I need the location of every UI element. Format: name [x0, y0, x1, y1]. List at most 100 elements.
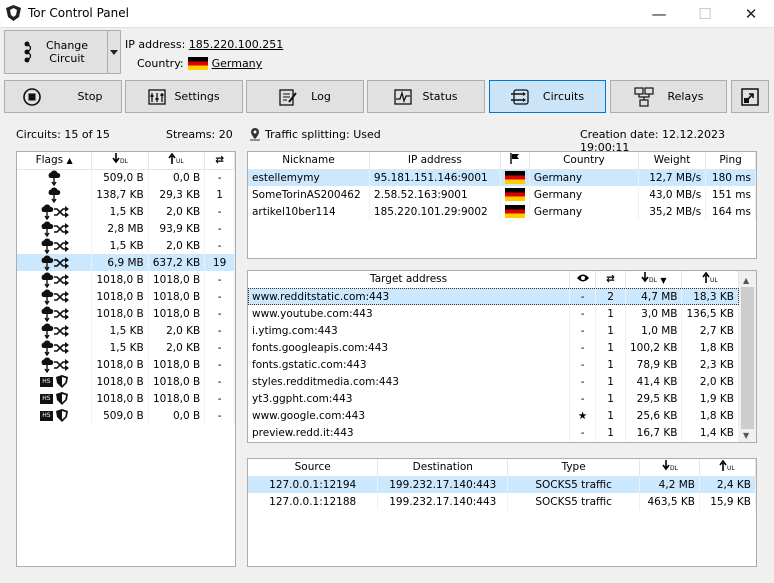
- ip-header[interactable]: IP address: [369, 152, 501, 170]
- ul-header[interactable]: UL: [148, 152, 206, 170]
- circuit-row[interactable]: 138,7 KB 29,3 KB 1: [17, 186, 235, 203]
- stream-row[interactable]: fonts.googleapis.com:443-1 100,2 KB 1,8 KB: [248, 339, 739, 356]
- connections-table[interactable]: Source Destination Type DL UL 127.0.0.1:…: [247, 458, 757, 567]
- circuit-row[interactable]: 1018,0 B 1018,0 B-: [17, 305, 235, 322]
- exit-cloud-icon: [41, 340, 53, 356]
- stream-row[interactable]: preview.redd.it:443-1 16,7 KB 1,4 KB: [248, 424, 739, 441]
- maximize-button[interactable]: ☐: [682, 0, 728, 28]
- stream-row[interactable]: www.youtube.com:443-1 3,0 MB 136,5 KB: [248, 305, 739, 322]
- ip-value-link[interactable]: 185.220.100.251: [189, 38, 283, 51]
- circuits-list[interactable]: Flags ▲ DL UL ⇄ 509,0 B 0,0 B -138,7 KB 29,…: [16, 151, 236, 567]
- circuit-row[interactable]: HS 1018,0 B 1018,0 B-: [17, 390, 235, 407]
- circuit-row[interactable]: 1018,0 B 1018,0 B-: [17, 356, 235, 373]
- node-row[interactable]: artikel10ber114 185.220.101.29:9002 German…: [248, 203, 756, 220]
- circuit-row[interactable]: HS 509,0 B 0,0 B-: [17, 407, 235, 424]
- node-row[interactable]: SomeTorinAS200462 2.58.52.163:9001 Germany…: [248, 186, 756, 203]
- stream-address: i.ytimg.com:443: [248, 322, 571, 339]
- conn-type: SOCKS5 traffic: [507, 476, 641, 493]
- circuit-row[interactable]: 1,5 KB 2,0 KB -: [17, 203, 235, 220]
- stream-eye: -: [569, 390, 597, 407]
- destination-header[interactable]: Destination: [377, 459, 509, 477]
- stream-row[interactable]: yt3.ggpht.com:443-1 29,5 KB 1,9 KB: [248, 390, 739, 407]
- stream-row[interactable]: fonts.gstatic.com:443-1 78,9 KB 2,3 KB: [248, 356, 739, 373]
- country-value-link[interactable]: Germany: [212, 57, 263, 70]
- toggle-view-button[interactable]: [731, 80, 769, 113]
- download-icon: DL: [641, 272, 658, 284]
- scrollbar-thumb[interactable]: [741, 287, 754, 429]
- country-header[interactable]: Country: [529, 152, 640, 170]
- stream-dl: 29,5 KB: [625, 390, 683, 407]
- circuit-row[interactable]: 1018,0 B 1018,0 B-: [17, 288, 235, 305]
- close-button[interactable]: ✕: [728, 0, 774, 28]
- country-label: Country:: [137, 57, 184, 70]
- circuit-row[interactable]: 1018,0 B 1018,0 B-: [17, 271, 235, 288]
- node-nickname: artikel10ber114: [248, 203, 370, 220]
- stream-row[interactable]: www.google.com:443 ★ 1 25,6 KB 1,8 KB: [248, 407, 739, 424]
- node-flag: [500, 169, 530, 186]
- stream-dl-header[interactable]: DL ▼: [625, 271, 683, 289]
- stream-ul: 2,3 KB: [681, 356, 739, 373]
- circuit-row[interactable]: 1,5 KB 2,0 KB -: [17, 339, 235, 356]
- stop-button[interactable]: Stop: [4, 80, 122, 113]
- circuit-stream-count: -: [204, 203, 235, 220]
- nodes-table[interactable]: Nickname IP address Country Weight Ping …: [247, 151, 757, 259]
- stream-ul-header[interactable]: UL: [681, 271, 739, 289]
- relays-button[interactable]: Relays: [610, 80, 727, 113]
- stream-row[interactable]: www.redditstatic.com:443-2 4,7 MB 18,3 KB: [248, 288, 739, 305]
- dl-header[interactable]: DL: [91, 152, 149, 170]
- stream-row[interactable]: i.ytimg.com:443-1 1,0 MB 2,7 KB: [248, 322, 739, 339]
- node-ping: 151 ms: [705, 186, 756, 203]
- shuffle-split-icon: [53, 273, 69, 286]
- stream-count-header[interactable]: ⇄: [595, 271, 626, 289]
- source-header[interactable]: Source: [248, 459, 379, 477]
- change-circuit-dropdown[interactable]: [107, 30, 121, 74]
- germany-flag-icon: [504, 171, 525, 185]
- node-country: Germany: [529, 203, 640, 220]
- minimize-button[interactable]: —: [636, 0, 682, 28]
- connection-row[interactable]: 127.0.0.1:12194 199.232.17.140:443 SOCKS5 …: [248, 476, 756, 493]
- circuit-row[interactable]: 509,0 B 0,0 B-: [17, 169, 235, 186]
- circuit-ul: 2,0 KB: [148, 237, 206, 254]
- change-circuit-button[interactable]: Change Circuit: [4, 30, 108, 74]
- streams-header[interactable]: ⇄: [204, 152, 235, 170]
- stream-eye: -: [569, 305, 597, 322]
- weight-header[interactable]: Weight: [638, 152, 707, 170]
- scroll-down-icon[interactable]: ▼: [743, 431, 749, 440]
- exit-cloud-icon: [48, 170, 61, 186]
- node-weight: 43,0 MB/s: [638, 186, 707, 203]
- ping-header[interactable]: Ping: [705, 152, 756, 170]
- circuits-button[interactable]: Circuits: [489, 80, 606, 113]
- connection-row[interactable]: 127.0.0.1:12188 199.232.17.140:443 SOCKS5 …: [248, 493, 756, 510]
- stream-dl: 3,0 MB: [625, 305, 683, 322]
- stream-dl: 16,7 KB: [625, 424, 683, 441]
- circuit-row[interactable]: 6,9 MB 637,2 KB 19: [17, 254, 235, 271]
- node-weight: 12,7 MB/s: [638, 169, 707, 186]
- streams-table[interactable]: Target address ⇄ DL ▼ UL www.redditstati…: [247, 270, 757, 443]
- nickname-header[interactable]: Nickname: [248, 152, 370, 170]
- scroll-up-icon[interactable]: ▲: [743, 276, 749, 285]
- flags-header[interactable]: Flags ▲: [17, 152, 93, 170]
- conn-type: SOCKS5 traffic: [507, 493, 641, 510]
- target-address-header[interactable]: Target address: [248, 271, 571, 289]
- exit-cloud-icon: [41, 323, 53, 339]
- circuit-ul: 637,2 KB: [148, 254, 206, 271]
- circuit-row[interactable]: 1,5 KB 2,0 KB -: [17, 237, 235, 254]
- log-button[interactable]: Log: [246, 80, 364, 113]
- circuit-row[interactable]: 1,5 KB 2,0 KB -: [17, 322, 235, 339]
- node-row[interactable]: estellemymy 95.181.151.146:9001 Germany 12,…: [248, 169, 756, 186]
- type-header[interactable]: Type: [507, 459, 641, 477]
- stream-row[interactable]: styles.redditmedia.com:443-1 41,4 KB 2,0 K…: [248, 373, 739, 390]
- stream-ul: 2,0 KB: [681, 373, 739, 390]
- streams-scrollbar[interactable]: ▲ ▼: [739, 271, 756, 442]
- conn-dl-header[interactable]: DL: [639, 459, 700, 477]
- flag-header[interactable]: [500, 152, 530, 170]
- circuit-row[interactable]: 2,8 MB 93,9 KB -: [17, 220, 235, 237]
- settings-button[interactable]: Settings: [125, 80, 243, 113]
- status-button[interactable]: Status: [367, 80, 485, 113]
- circuit-flags: [17, 356, 93, 373]
- circuit-row[interactable]: HS 1018,0 B 1018,0 B-: [17, 373, 235, 390]
- circuit-ul: 1018,0 B: [148, 271, 206, 288]
- stream-ul: 1,9 KB: [681, 390, 739, 407]
- eye-header[interactable]: [569, 271, 597, 289]
- conn-ul-header[interactable]: UL: [699, 459, 756, 477]
